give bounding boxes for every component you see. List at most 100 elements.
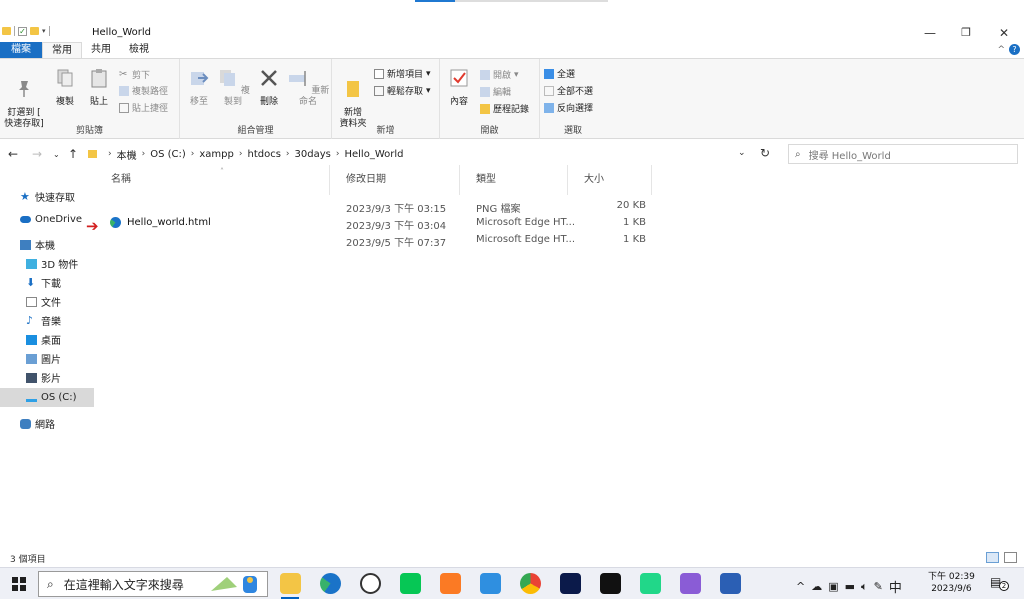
paste-button[interactable]: 貼上	[84, 67, 114, 108]
organize-group: 移至 複製到 刪除 重新命名 組合管理	[180, 59, 332, 139]
tab-view[interactable]: 檢視	[120, 42, 158, 58]
copy-button[interactable]: 複製	[50, 67, 80, 108]
column-header-modified[interactable]: 修改日期	[330, 165, 460, 195]
column-header-name[interactable]: 名稱	[96, 165, 330, 195]
table-row[interactable]: 2023/9/3 下午 03:15 PNG 檔案 20 KB	[96, 198, 656, 215]
vscode-taskbar-icon[interactable]	[480, 573, 501, 594]
back-arrow-icon[interactable]: ←	[8, 147, 18, 161]
copy-path-button[interactable]: 複製路徑	[119, 84, 168, 97]
nav-downloads[interactable]: ⬇ 下載	[0, 273, 94, 292]
ime-indicator[interactable]: 中	[889, 577, 902, 596]
file-type: Microsoft Edge HT...	[476, 217, 576, 228]
disney-plus-taskbar-icon[interactable]	[560, 573, 581, 594]
delete-button[interactable]: 刪除	[256, 67, 282, 108]
nav-3d-objects[interactable]: 3D 物件	[0, 254, 94, 273]
file-explorer-taskbar-icon[interactable]	[280, 573, 301, 594]
search-placeholder: 搜尋 Hello_World	[808, 150, 891, 162]
column-header-type[interactable]: 類型	[460, 165, 568, 195]
nav-this-pc[interactable]: 本機	[0, 235, 94, 254]
nav-os-c[interactable]: OS (C:)	[0, 388, 94, 407]
breadcrumb-hello-world[interactable]: Hello_World	[344, 149, 403, 160]
pin-quick-access-button[interactable]: 釘選到 [ 快速存取]	[4, 67, 44, 130]
history-button[interactable]: 歷程記錄	[480, 102, 529, 115]
nav-documents[interactable]: 文件	[0, 292, 94, 311]
rename-button[interactable]: 重新命名	[286, 67, 330, 108]
edge-taskbar-icon[interactable]	[320, 573, 341, 594]
taskbar-search-box[interactable]: ⌕ 在這裡輸入文字來搜尋	[38, 571, 268, 597]
invert-selection-button[interactable]: 反向選擇	[544, 101, 593, 114]
tab-file[interactable]: 檔案	[0, 42, 42, 58]
select-none-button[interactable]: 全部不選	[544, 84, 593, 97]
customize-toolbar-dropdown[interactable]: ▾	[42, 27, 46, 35]
system-tray: ^ ☁ ▣ ▬ 🔈︎ ✎ 中	[796, 577, 902, 597]
breadcrumb-this-pc[interactable]: 本機	[117, 147, 137, 162]
refresh-icon[interactable]: ↻	[760, 146, 770, 160]
open-button[interactable]: 開啟 ▾	[480, 68, 519, 81]
xampp-taskbar-icon[interactable]	[440, 573, 461, 594]
nav-music[interactable]: ♪ 音樂	[0, 311, 94, 330]
nav-quick-access[interactable]: ★ 快速存取	[0, 187, 94, 206]
close-button[interactable]: ✕	[994, 26, 1014, 40]
word-taskbar-icon[interactable]	[720, 573, 741, 594]
nav-network[interactable]: 網路	[0, 414, 94, 433]
nav-desktop[interactable]: 桌面	[0, 330, 94, 349]
details-view-icon[interactable]	[986, 552, 999, 563]
game-app-taskbar-icon[interactable]	[360, 573, 381, 594]
pycharm-taskbar-icon[interactable]	[640, 573, 661, 594]
line-taskbar-icon[interactable]	[400, 573, 421, 594]
properties-check-icon[interactable]: ✓	[18, 26, 27, 36]
column-header-size[interactable]: 大小	[568, 165, 652, 195]
taskbar-clock[interactable]: 下午 02:39 2023/9/6	[928, 571, 975, 595]
edit-button[interactable]: 編輯	[480, 85, 511, 98]
navigation-pane: ★ 快速存取 OneDrive 本機 3D 物件 ⬇ 下載 文件 ♪ 音樂 桌面…	[0, 172, 96, 552]
pen-icon[interactable]: ✎	[874, 580, 883, 593]
address-bar[interactable]: › 本機 › OS (C:) › xampp › htdocs › 30days…	[84, 144, 754, 164]
document-icon	[26, 296, 37, 307]
tab-share[interactable]: 共用	[82, 42, 120, 58]
windows-start-icon[interactable]	[12, 577, 26, 591]
nav-pictures[interactable]: 圖片	[0, 349, 94, 368]
chrome-taskbar-icon[interactable]	[520, 573, 541, 594]
tab-home[interactable]: 常用	[42, 42, 82, 58]
table-row[interactable]: 2023/9/5 下午 07:37 Microsoft Edge HT... 1…	[96, 232, 656, 249]
up-arrow-icon[interactable]: ↑	[68, 147, 78, 161]
new-folder-icon[interactable]	[30, 27, 39, 35]
breadcrumb-os-c[interactable]: OS (C:)	[150, 149, 186, 160]
new-item-button[interactable]: 新增項目 ▾	[374, 67, 431, 80]
forward-arrow-icon[interactable]: →	[32, 147, 42, 161]
visual-studio-taskbar-icon[interactable]	[680, 573, 701, 594]
minimize-button[interactable]: —	[920, 26, 940, 40]
table-row[interactable]: ➔ Hello_world.html 2023/9/3 下午 03:04 Mic…	[86, 215, 656, 235]
large-icons-view-icon[interactable]	[1004, 552, 1017, 563]
breadcrumb-30days[interactable]: 30days	[295, 149, 331, 160]
breadcrumb-htdocs[interactable]: htdocs	[247, 149, 280, 160]
help-icon[interactable]: ?	[1009, 44, 1020, 55]
nav-onedrive[interactable]: OneDrive	[0, 210, 94, 229]
easy-access-button[interactable]: 輕鬆存取 ▾	[374, 84, 431, 97]
restore-button[interactable]: ❐	[956, 26, 976, 39]
paste-shortcut-button[interactable]: 貼上捷徑	[119, 101, 168, 114]
copy-to-button[interactable]: 複製到	[216, 67, 250, 108]
recent-locations-chevron-icon[interactable]: ⌄	[53, 150, 60, 159]
breadcrumb-xampp[interactable]: xampp	[199, 149, 233, 160]
onedrive-tray-icon[interactable]: ☁	[811, 580, 822, 593]
battery-icon[interactable]: ▬	[845, 580, 855, 593]
code-app-taskbar-icon[interactable]	[600, 573, 621, 594]
volume-icon[interactable]: 🔈︎	[861, 580, 868, 594]
address-dropdown-icon[interactable]: ⌄	[738, 148, 746, 158]
taskbar-search-placeholder: 在這裡輸入文字來搜尋	[63, 577, 184, 592]
search-box[interactable]: ⌕ 搜尋 Hello_World	[788, 144, 1018, 164]
tray-app-icon[interactable]: ▣	[828, 580, 838, 593]
desktop-icon	[26, 334, 37, 345]
properties-button[interactable]: 內容	[446, 67, 472, 108]
move-to-button[interactable]: 移至	[186, 67, 212, 108]
cut-button[interactable]: ✂ 剪下	[119, 68, 150, 81]
nav-videos[interactable]: 影片	[0, 368, 94, 387]
show-hidden-icons-chevron-icon[interactable]: ^	[796, 580, 805, 593]
collapse-ribbon-icon[interactable]: ^	[997, 45, 1005, 55]
new-folder-button[interactable]: 新增 資料夾	[336, 67, 370, 130]
select-all-button[interactable]: 全選	[544, 67, 575, 80]
notification-center-icon[interactable]: ▤ 2	[990, 575, 1009, 591]
ribbon-controls: ^ ?	[997, 44, 1020, 55]
history-icon	[480, 103, 490, 114]
